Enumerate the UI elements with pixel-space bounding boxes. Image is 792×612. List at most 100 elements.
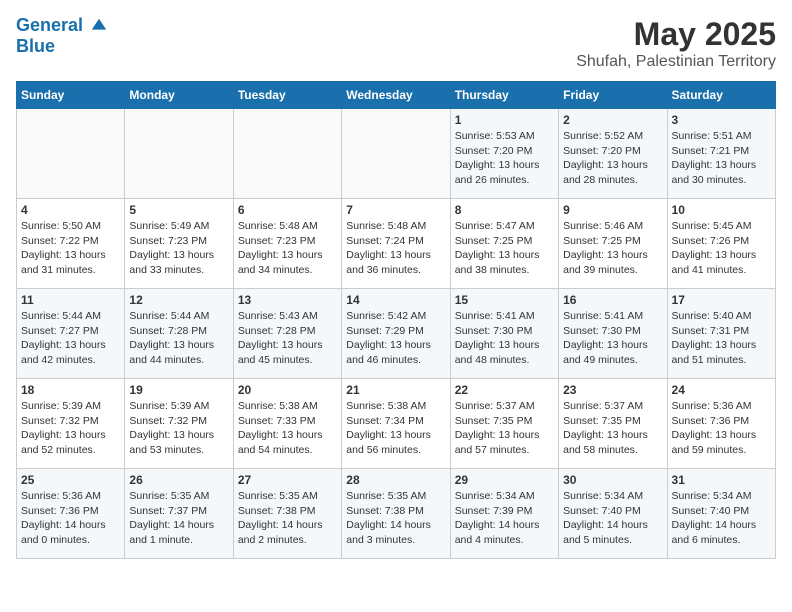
day-number: 17	[672, 293, 771, 307]
calendar-cell: 6 Sunrise: 5:48 AM Sunset: 7:23 PM Daylig…	[233, 199, 341, 289]
calendar-cell: 15Sunrise: 5:41 AM Sunset: 7:30 PM Dayli…	[450, 289, 558, 379]
day-info: Sunrise: 5:52 AM Sunset: 7:20 PM Dayligh…	[563, 129, 662, 188]
weekday-header-sunday: Sunday	[17, 82, 125, 109]
calendar-cell: 26 Sunrise: 5:35 AM Sunset: 7:37 PM Dayli…	[125, 469, 233, 559]
day-info: Sunrise: 5:35 AM Sunset: 7:38 PM Dayligh…	[346, 489, 445, 548]
calendar-cell: 20Sunrise: 5:38 AM Sunset: 7:33 PM Dayli…	[233, 379, 341, 469]
day-number: 26	[129, 473, 228, 487]
calendar-cell	[17, 109, 125, 199]
calendar-cell: 13 Sunrise: 5:43 AM Sunset: 7:28 PM Dayli…	[233, 289, 341, 379]
day-info: Sunrise: 5:34 AM Sunset: 7:40 PM Dayligh…	[563, 489, 662, 548]
weekday-header-monday: Monday	[125, 82, 233, 109]
day-number: 21	[346, 383, 445, 397]
calendar-cell: 25 Sunrise: 5:36 AM Sunset: 7:36 PM Dayli…	[17, 469, 125, 559]
calendar-cell: 21Sunrise: 5:38 AM Sunset: 7:34 PM Dayli…	[342, 379, 450, 469]
day-number: 14	[346, 293, 445, 307]
day-info: Sunrise: 5:41 AM Sunset: 7:30 PM Dayligh…	[455, 309, 554, 368]
day-info: Sunrise: 5:34 AM Sunset: 7:39 PM Dayligh…	[455, 489, 554, 548]
day-info: Sunrise: 5:37 AM Sunset: 7:35 PM Dayligh…	[455, 399, 554, 458]
day-number: 4	[21, 203, 120, 217]
calendar-cell: 7Sunrise: 5:48 AM Sunset: 7:24 PM Daylig…	[342, 199, 450, 289]
calendar-cell: 8 Sunrise: 5:47 AM Sunset: 7:25 PM Daylig…	[450, 199, 558, 289]
calendar-week-row: 25 Sunrise: 5:36 AM Sunset: 7:36 PM Dayli…	[17, 469, 776, 559]
day-number: 29	[455, 473, 554, 487]
calendar-table: SundayMondayTuesdayWednesdayThursdayFrid…	[16, 81, 776, 559]
weekday-header-friday: Friday	[559, 82, 667, 109]
calendar-cell: 17 Sunrise: 5:40 AM Sunset: 7:31 PM Dayli…	[667, 289, 775, 379]
day-number: 9	[563, 203, 662, 217]
day-info: Sunrise: 5:48 AM Sunset: 7:24 PM Dayligh…	[346, 219, 445, 278]
logo-text: General	[16, 16, 108, 36]
weekday-header-wednesday: Wednesday	[342, 82, 450, 109]
day-number: 11	[21, 293, 120, 307]
calendar-cell: 3 Sunrise: 5:51 AM Sunset: 7:21 PM Daylig…	[667, 109, 775, 199]
logo-icon	[90, 17, 108, 35]
day-number: 19	[129, 383, 228, 397]
day-info: Sunrise: 5:44 AM Sunset: 7:28 PM Dayligh…	[129, 309, 228, 368]
day-number: 23	[563, 383, 662, 397]
day-number: 13	[238, 293, 337, 307]
calendar-cell: 9Sunrise: 5:46 AM Sunset: 7:25 PM Daylig…	[559, 199, 667, 289]
weekday-header-row: SundayMondayTuesdayWednesdayThursdayFrid…	[17, 82, 776, 109]
calendar-cell: 24 Sunrise: 5:36 AM Sunset: 7:36 PM Dayli…	[667, 379, 775, 469]
day-info: Sunrise: 5:47 AM Sunset: 7:25 PM Dayligh…	[455, 219, 554, 278]
day-info: Sunrise: 5:45 AM Sunset: 7:26 PM Dayligh…	[672, 219, 771, 278]
day-info: Sunrise: 5:48 AM Sunset: 7:23 PM Dayligh…	[238, 219, 337, 278]
day-number: 2	[563, 113, 662, 127]
day-number: 22	[455, 383, 554, 397]
calendar-cell: 18 Sunrise: 5:39 AM Sunset: 7:32 PM Dayli…	[17, 379, 125, 469]
calendar-cell: 31 Sunrise: 5:34 AM Sunset: 7:40 PM Dayli…	[667, 469, 775, 559]
calendar-cell: 29 Sunrise: 5:34 AM Sunset: 7:39 PM Dayli…	[450, 469, 558, 559]
day-info: Sunrise: 5:43 AM Sunset: 7:28 PM Dayligh…	[238, 309, 337, 368]
day-number: 6	[238, 203, 337, 217]
day-info: Sunrise: 5:35 AM Sunset: 7:38 PM Dayligh…	[238, 489, 337, 548]
day-info: Sunrise: 5:36 AM Sunset: 7:36 PM Dayligh…	[672, 399, 771, 458]
day-info: Sunrise: 5:34 AM Sunset: 7:40 PM Dayligh…	[672, 489, 771, 548]
calendar-cell: 12 Sunrise: 5:44 AM Sunset: 7:28 PM Dayli…	[125, 289, 233, 379]
day-number: 16	[563, 293, 662, 307]
day-info: Sunrise: 5:36 AM Sunset: 7:36 PM Dayligh…	[21, 489, 120, 548]
weekday-header-saturday: Saturday	[667, 82, 775, 109]
day-info: Sunrise: 5:37 AM Sunset: 7:35 PM Dayligh…	[563, 399, 662, 458]
day-number: 24	[672, 383, 771, 397]
day-info: Sunrise: 5:38 AM Sunset: 7:33 PM Dayligh…	[238, 399, 337, 458]
calendar-cell: 2 Sunrise: 5:52 AM Sunset: 7:20 PM Daylig…	[559, 109, 667, 199]
day-info: Sunrise: 5:51 AM Sunset: 7:21 PM Dayligh…	[672, 129, 771, 188]
day-number: 10	[672, 203, 771, 217]
day-info: Sunrise: 5:44 AM Sunset: 7:27 PM Dayligh…	[21, 309, 120, 368]
day-info: Sunrise: 5:39 AM Sunset: 7:32 PM Dayligh…	[21, 399, 120, 458]
calendar-cell	[342, 109, 450, 199]
calendar-week-row: 18 Sunrise: 5:39 AM Sunset: 7:32 PM Dayli…	[17, 379, 776, 469]
weekday-header-tuesday: Tuesday	[233, 82, 341, 109]
calendar-cell	[125, 109, 233, 199]
day-number: 18	[21, 383, 120, 397]
day-number: 31	[672, 473, 771, 487]
calendar-cell: 23 Sunrise: 5:37 AM Sunset: 7:35 PM Dayli…	[559, 379, 667, 469]
day-number: 3	[672, 113, 771, 127]
day-info: Sunrise: 5:35 AM Sunset: 7:37 PM Dayligh…	[129, 489, 228, 548]
calendar-subtitle: Shufah, Palestinian Territory	[576, 53, 776, 71]
calendar-cell	[233, 109, 341, 199]
day-number: 30	[563, 473, 662, 487]
weekday-header-thursday: Thursday	[450, 82, 558, 109]
day-number: 12	[129, 293, 228, 307]
calendar-title: May 2025	[576, 16, 776, 53]
calendar-week-row: 11 Sunrise: 5:44 AM Sunset: 7:27 PM Dayli…	[17, 289, 776, 379]
day-number: 25	[21, 473, 120, 487]
calendar-cell: 16Sunrise: 5:41 AM Sunset: 7:30 PM Dayli…	[559, 289, 667, 379]
day-info: Sunrise: 5:42 AM Sunset: 7:29 PM Dayligh…	[346, 309, 445, 368]
day-info: Sunrise: 5:53 AM Sunset: 7:20 PM Dayligh…	[455, 129, 554, 188]
day-number: 1	[455, 113, 554, 127]
calendar-cell: 28Sunrise: 5:35 AM Sunset: 7:38 PM Dayli…	[342, 469, 450, 559]
calendar-cell: 1 Sunrise: 5:53 AM Sunset: 7:20 PM Daylig…	[450, 109, 558, 199]
day-number: 8	[455, 203, 554, 217]
calendar-cell: 27 Sunrise: 5:35 AM Sunset: 7:38 PM Dayli…	[233, 469, 341, 559]
logo: General Blue	[16, 16, 108, 57]
calendar-cell: 5Sunrise: 5:49 AM Sunset: 7:23 PM Daylig…	[125, 199, 233, 289]
day-number: 27	[238, 473, 337, 487]
logo-blue: Blue	[16, 36, 108, 57]
calendar-week-row: 4Sunrise: 5:50 AM Sunset: 7:22 PM Daylig…	[17, 199, 776, 289]
calendar-cell: 11 Sunrise: 5:44 AM Sunset: 7:27 PM Dayli…	[17, 289, 125, 379]
calendar-cell: 10 Sunrise: 5:45 AM Sunset: 7:26 PM Dayli…	[667, 199, 775, 289]
day-info: Sunrise: 5:40 AM Sunset: 7:31 PM Dayligh…	[672, 309, 771, 368]
